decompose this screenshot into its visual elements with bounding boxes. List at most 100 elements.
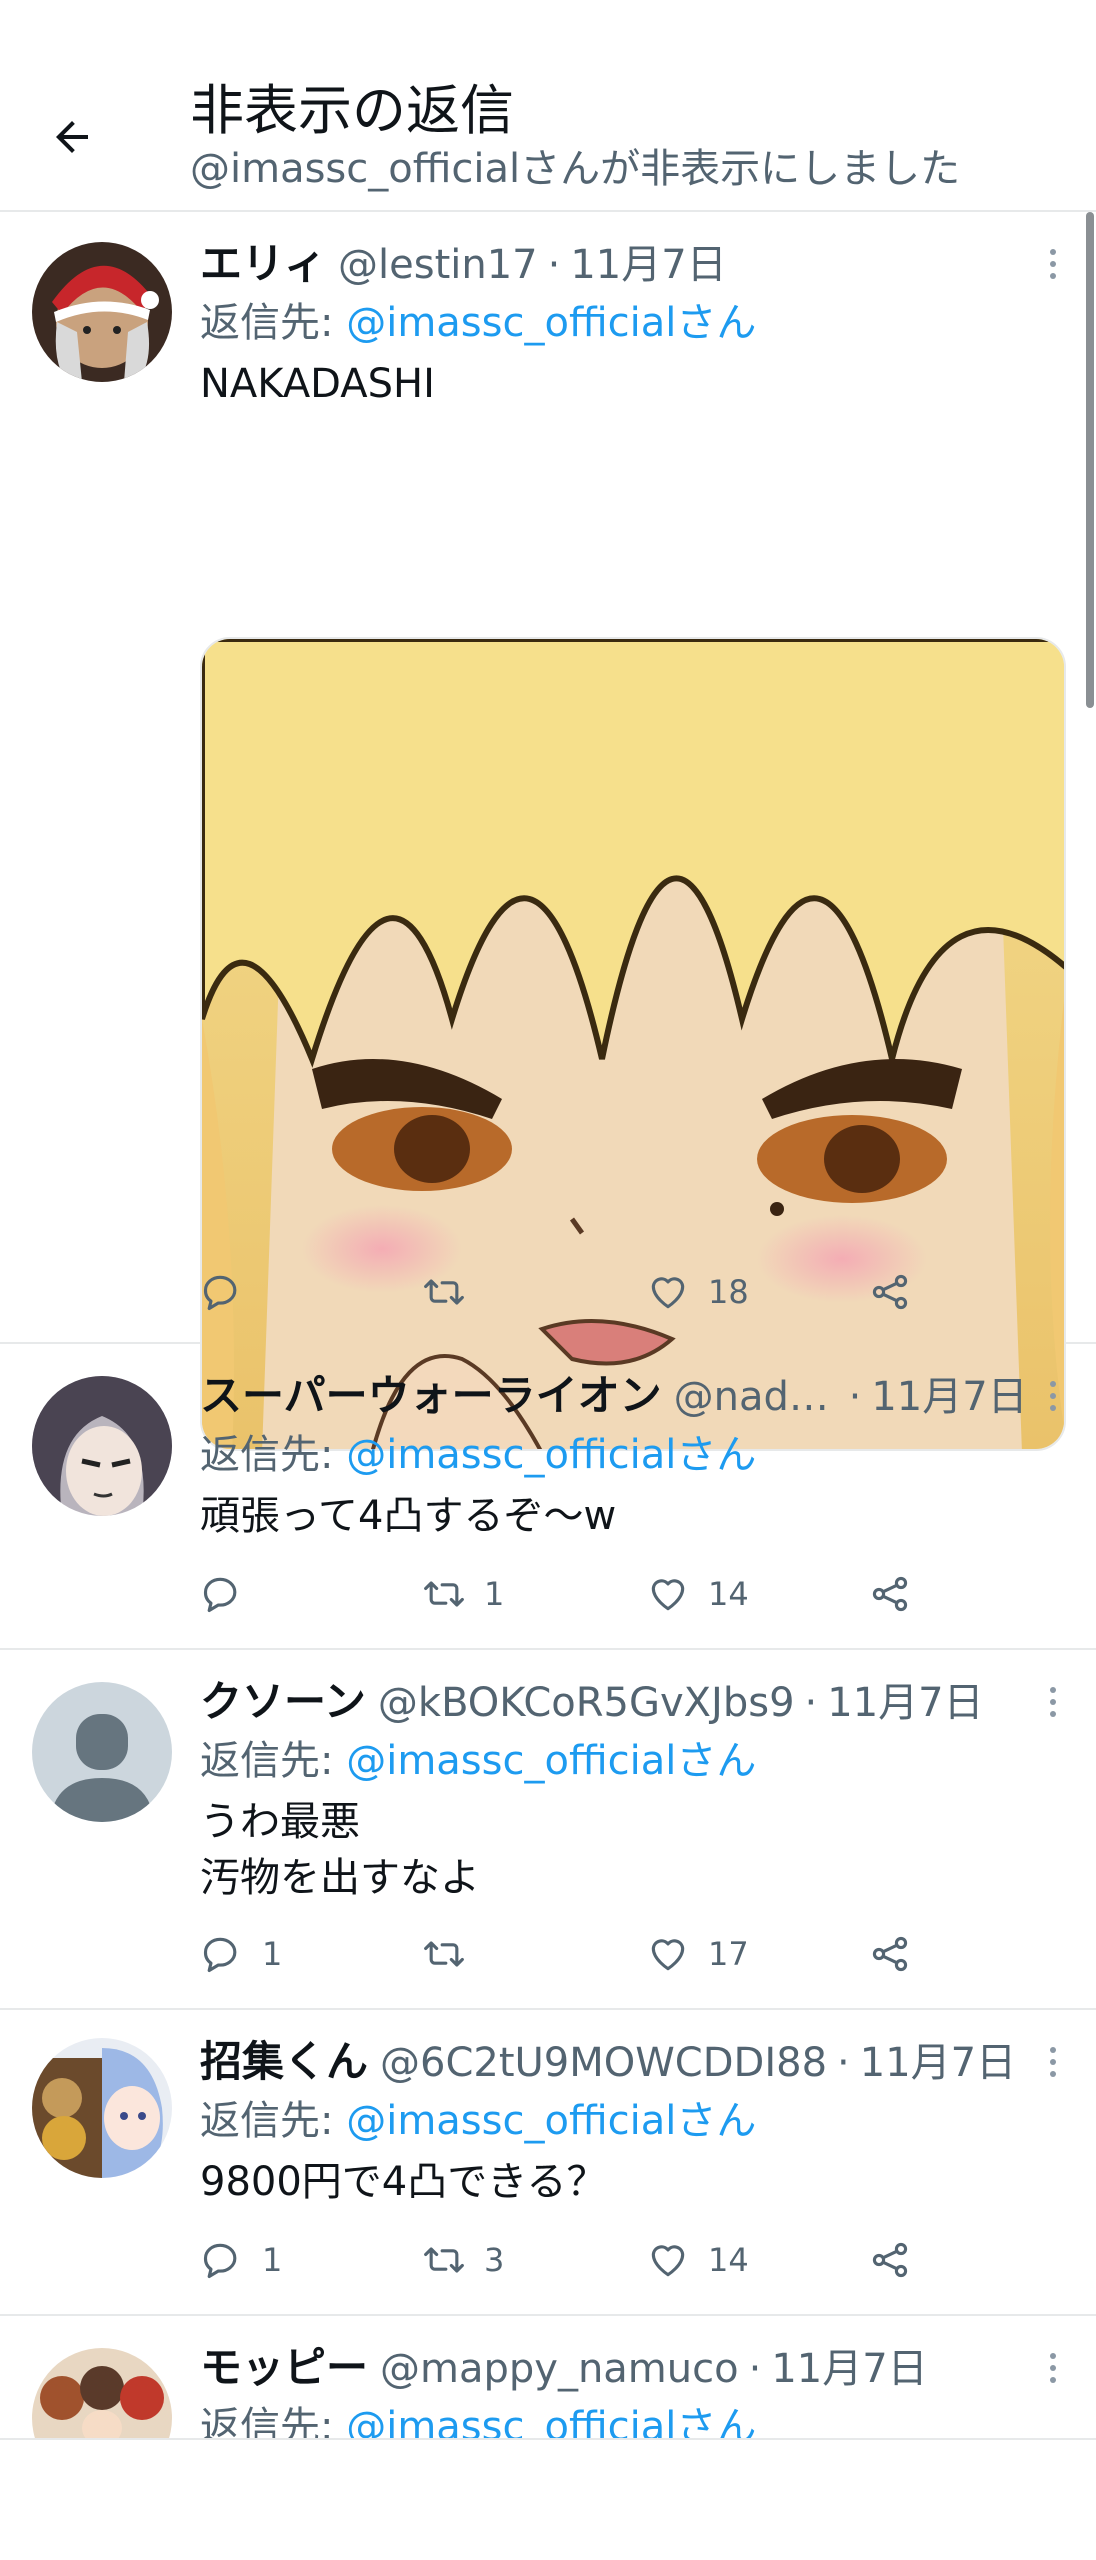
display-name[interactable]: スーパーウォーライオン <box>200 1368 662 1424</box>
retweet-icon <box>424 2247 464 2273</box>
display-name[interactable]: モッピー <box>200 2340 368 2396</box>
retweet-button[interactable]: 3 <box>422 2230 504 2290</box>
tweet-date[interactable]: 11月7日 <box>871 1369 1027 1425</box>
retweet-icon <box>424 1941 464 1967</box>
tweet-actions: 1 3 14 <box>200 2230 1040 2290</box>
avatar[interactable] <box>32 2038 172 2178</box>
default-user-icon <box>32 1682 172 1822</box>
retweet-count: 3 <box>484 2241 505 2279</box>
reply-icon <box>203 2243 237 2279</box>
reply-to-label: 返信先: <box>200 1738 347 1784</box>
retweet-button[interactable] <box>422 1924 484 1984</box>
reply-mention-link[interactable]: @imassc_officialさん <box>346 1738 756 1784</box>
reply-icon <box>203 1937 237 1973</box>
more-button[interactable] <box>1038 240 1068 288</box>
reply-to-label: 返信先: <box>200 2098 347 2144</box>
reply-to-line: 返信先: @imassc_officialさん <box>200 296 756 350</box>
retweet-button[interactable] <box>422 1262 484 1322</box>
more-button[interactable] <box>1038 1372 1068 1420</box>
reply-to-label: 返信先: <box>200 2404 347 2440</box>
tweet-image[interactable] <box>200 637 1066 1451</box>
share-icon <box>872 1274 908 1310</box>
more-vertical-icon <box>1050 1687 1056 1693</box>
display-name[interactable]: クソーン <box>200 1674 366 1730</box>
more-vertical-icon <box>1050 2047 1056 2053</box>
separator: · <box>848 1374 862 1420</box>
reply-icon <box>203 1275 237 1311</box>
tweet-header: スーパーウォーライオン @nade… · 11月7日 <box>200 1368 1028 1424</box>
tweet[interactable]: スーパーウォーライオン @nade… · 11月7日 返信先: @imassc_… <box>0 1344 1096 1650</box>
reply-button[interactable]: 1 <box>200 2230 282 2290</box>
share-button[interactable] <box>868 1262 912 1322</box>
share-button[interactable] <box>868 2230 912 2290</box>
user-handle[interactable]: @mappy_namuco <box>380 2341 739 2397</box>
avatar[interactable] <box>32 1376 172 1516</box>
like-button[interactable]: 18 <box>646 1262 749 1322</box>
share-icon <box>872 2242 908 2278</box>
reply-mention-link[interactable]: @imassc_officialさん <box>346 300 756 346</box>
reply-button[interactable] <box>200 1262 262 1322</box>
share-button[interactable] <box>868 1924 912 1984</box>
separator: · <box>837 2040 850 2086</box>
reply-mention-link[interactable]: @imassc_officialさん <box>346 2404 756 2438</box>
tweet-header: エリィ @lestin17 · 11月7日 <box>200 236 727 292</box>
tweet-date[interactable]: 11月7日 <box>771 2341 927 2397</box>
share-button[interactable] <box>868 1564 912 1624</box>
share-icon <box>872 1936 908 1972</box>
like-count: 14 <box>708 1575 749 1613</box>
display-name[interactable]: 招集くん <box>200 2034 368 2090</box>
like-button[interactable]: 17 <box>646 1924 749 1984</box>
user-handle[interactable]: @kBOKCoR5GvXJbs9 <box>378 1675 795 1731</box>
reply-mention-link[interactable]: @imassc_officialさん <box>346 1432 756 1478</box>
share-icon <box>872 1576 908 1612</box>
reply-to-label: 返信先: <box>200 1432 347 1478</box>
tweet[interactable]: クソーン @kBOKCoR5GvXJbs9 · 11月7日 返信先: @imas… <box>0 1650 1096 2010</box>
reply-button[interactable] <box>200 1564 262 1624</box>
like-button[interactable]: 14 <box>646 1564 749 1624</box>
back-button[interactable] <box>40 105 104 169</box>
user-handle[interactable]: @lestin17 <box>338 237 538 293</box>
top-bar: 非表示の返信 @imassc_officialさんが非表示にしました <box>0 0 1096 212</box>
like-button[interactable]: 14 <box>646 2230 749 2290</box>
display-name[interactable]: エリィ <box>200 236 326 292</box>
tweet-actions: 18 <box>200 1262 1040 1322</box>
reply-button[interactable]: 1 <box>200 1924 282 1984</box>
separator: · <box>748 2346 762 2392</box>
tweet[interactable]: 招集くん @6C2tU9MOWCDDI88 · 11月7日 返信先: @imas… <box>0 2010 1096 2316</box>
retweet-count: 1 <box>484 1575 505 1613</box>
heart-icon <box>651 1579 685 1611</box>
more-button[interactable] <box>1038 2344 1068 2392</box>
heart-icon <box>651 2245 685 2277</box>
tweet-date[interactable]: 11月7日 <box>860 2035 1016 2091</box>
user-handle[interactable]: @nade… <box>674 1369 839 1425</box>
tweet[interactable]: モッピー @mappy_namuco · 11月7日 返信先: @imassc_… <box>0 2316 1096 2440</box>
tweet-date[interactable]: 11月7日 <box>827 1675 983 1731</box>
like-count: 14 <box>708 2241 749 2279</box>
retweet-button[interactable]: 1 <box>422 1564 504 1624</box>
reply-to-line: 返信先: @imassc_officialさん <box>200 1734 756 1788</box>
tweet-header: モッピー @mappy_namuco · 11月7日 <box>200 2340 928 2396</box>
separator: · <box>547 242 561 288</box>
tweet-text: 頑張って4凸するぞ～w <box>200 1493 617 1539</box>
user-handle[interactable]: @6C2tU9MOWCDDI88 <box>380 2035 827 2091</box>
avatar[interactable] <box>32 242 172 382</box>
avatar[interactable] <box>32 2348 172 2438</box>
arrow-left-icon <box>56 121 88 153</box>
reply-to-label: 返信先: <box>200 300 347 346</box>
reply-count: 1 <box>262 2241 283 2279</box>
tweet-text: 9800円で4凸できる？ <box>200 2159 607 2205</box>
tweet[interactable]: エリィ @lestin17 · 11月7日 返信先: @imassc_offic… <box>0 212 1096 1451</box>
reply-mention-link[interactable]: @imassc_officialさん <box>346 2098 756 2144</box>
tweet-header: 招集くん @6C2tU9MOWCDDI88 · 11月7日 <box>200 2034 1016 2090</box>
tweet-text: うわ最悪 汚物を出すなよ <box>200 1799 480 1901</box>
tweet-actions: 1 14 <box>200 1564 1040 1624</box>
more-button[interactable] <box>1038 1678 1068 1726</box>
avatar[interactable] <box>32 1682 172 1822</box>
tweet-header: クソーン @kBOKCoR5GvXJbs9 · 11月7日 <box>200 1674 984 1730</box>
reply-count: 1 <box>262 1935 283 1973</box>
more-button[interactable] <box>1038 2038 1068 2086</box>
tweet-actions: 1 17 <box>200 1924 1040 1984</box>
tweet-date[interactable]: 11月7日 <box>570 237 726 293</box>
more-vertical-icon <box>1050 2353 1056 2359</box>
heart-icon <box>651 1939 685 1971</box>
